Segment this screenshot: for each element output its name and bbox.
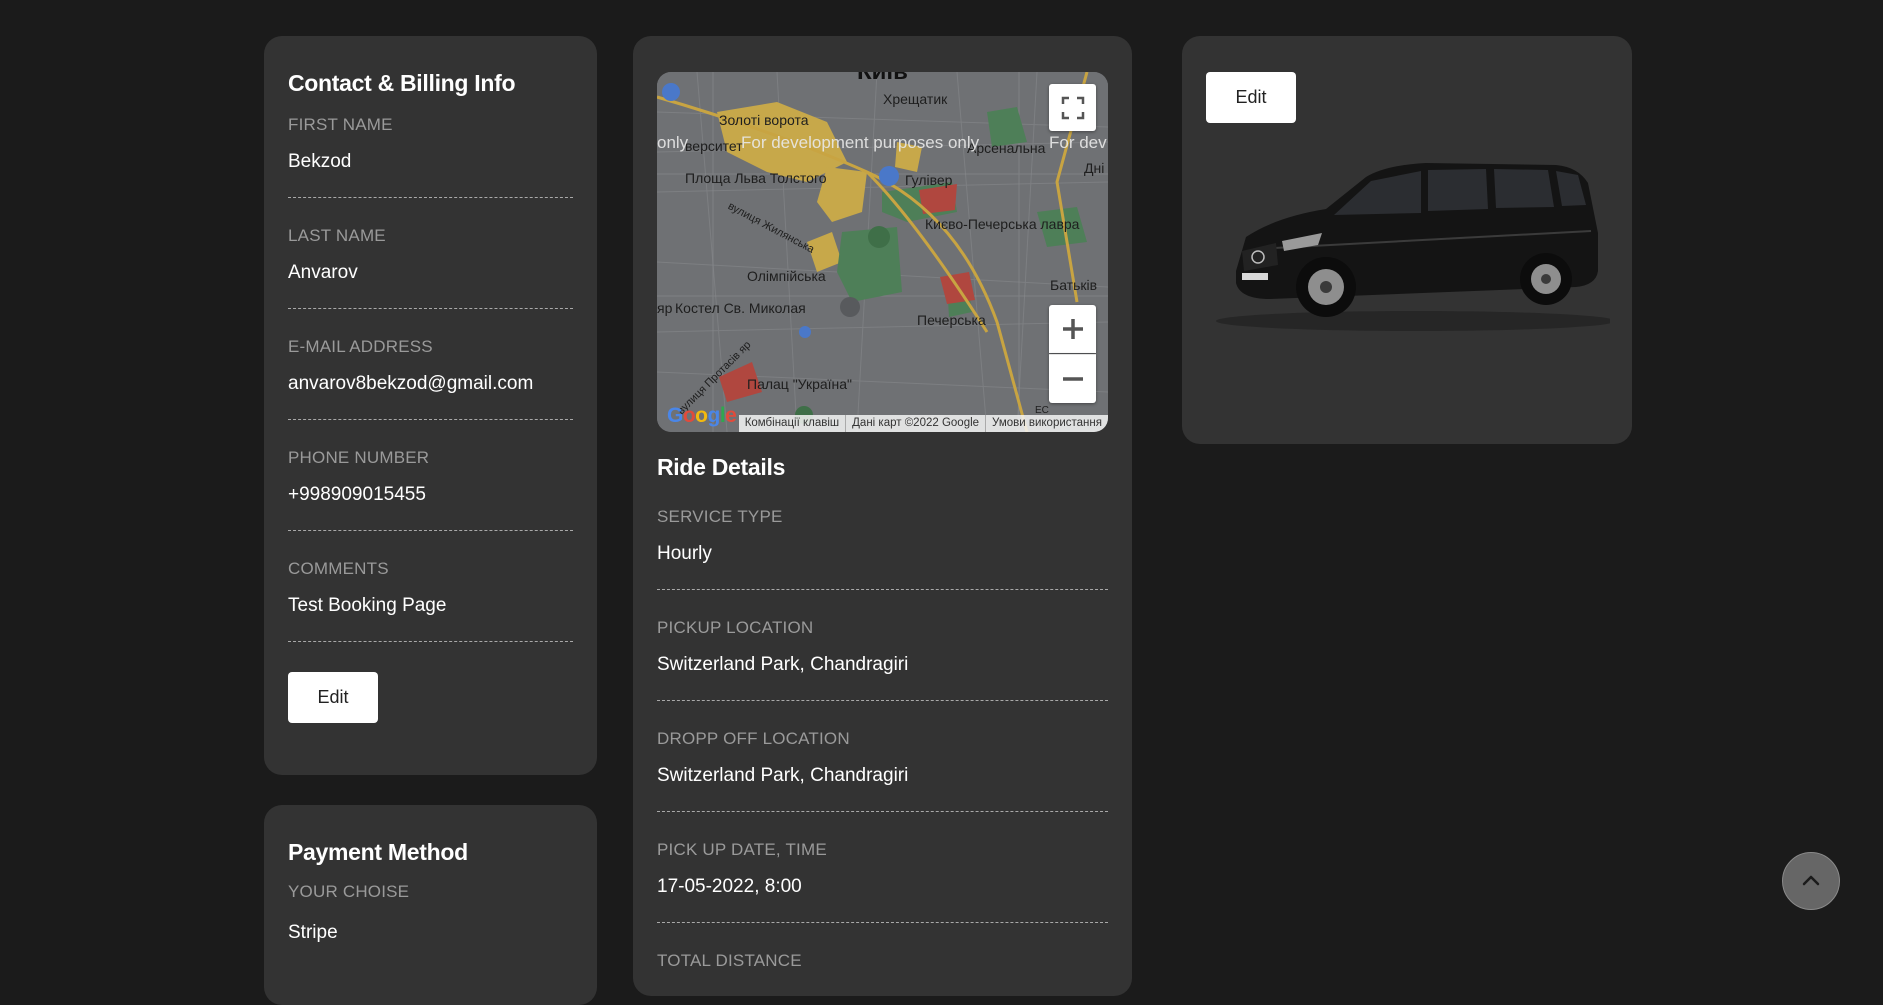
vehicle-image	[1216, 163, 1616, 331]
field-label: COMMENTS	[288, 559, 389, 578]
payment-method-card: Payment Method YOUR CHOISE Stripe	[264, 805, 597, 1005]
last-name-field: LAST NAME Anvarov	[288, 226, 573, 309]
contact-edit-button[interactable]: Edit	[288, 672, 378, 723]
map-label: Батьків	[1050, 277, 1098, 293]
field-label: PICKUP LOCATION	[657, 618, 814, 637]
keyboard-shortcuts-link[interactable]: Комбінації клавіш	[739, 415, 845, 432]
map-label: Дні	[1084, 160, 1105, 176]
field-value: anvarov8bekzod@gmail.com	[288, 373, 534, 394]
field-value: Switzerland Park, Chandragiri	[657, 765, 909, 786]
email-field: E-MAIL ADDRESS anvarov8bekzod@gmail.com	[288, 337, 573, 420]
field-label: DROPP OFF LOCATION	[657, 729, 850, 748]
map-label: яр	[657, 300, 673, 316]
map-label: Золоті ворота	[719, 112, 809, 128]
map-label: Хрещатик	[883, 91, 948, 107]
map-label: Олімпійська	[747, 268, 826, 284]
map-city-label: Київ	[857, 72, 908, 86]
field-label: PHONE NUMBER	[288, 448, 430, 467]
terms-of-use-link[interactable]: Умови використання	[985, 415, 1108, 432]
contact-billing-card: Contact & Billing Info FIRST NAME Bekzod…	[264, 36, 597, 775]
field-label: FIRST NAME	[288, 115, 393, 134]
field-value: Hourly	[657, 543, 712, 564]
chevron-up-icon	[1802, 875, 1820, 886]
dev-watermark: For development purposes only	[741, 133, 980, 152]
field-value: Switzerland Park, Chandragiri	[657, 654, 909, 675]
map-label: Палац "Україна"	[747, 376, 853, 392]
total-distance-field: TOTAL DISTANCE	[657, 951, 1108, 996]
field-value: Anvarov	[288, 262, 358, 283]
scroll-to-top-button[interactable]	[1782, 852, 1840, 910]
vehicle-card: Edit	[1182, 36, 1632, 444]
map-data-credit: Дані карт ©2022 Google	[845, 415, 985, 432]
route-map[interactable]: Київ Хрещатик Золоті ворота верситет Арс…	[657, 72, 1108, 432]
payment-method-title: Payment Method	[288, 839, 468, 865]
phone-field: PHONE NUMBER +998909015455	[288, 448, 573, 531]
field-value: Test Booking Page	[288, 595, 447, 616]
map-label: Києво-Печерська лавра	[925, 216, 1080, 232]
ride-details-card: Київ Хрещатик Золоті ворота верситет Арс…	[633, 36, 1132, 996]
map-label: верситет	[685, 138, 743, 154]
map-label: Печерська	[917, 312, 986, 328]
field-label: SERVICE TYPE	[657, 507, 783, 526]
field-label: YOUR CHOISE	[288, 882, 410, 901]
field-value: Stripe	[288, 922, 338, 943]
vehicle-edit-button[interactable]: Edit	[1206, 72, 1296, 123]
field-label: LAST NAME	[288, 226, 386, 245]
zoom-out-icon	[1062, 377, 1083, 381]
field-value: Bekzod	[288, 151, 352, 172]
comments-field: COMMENTS Test Booking Page	[288, 559, 573, 642]
payment-choice-field: YOUR CHOISE Stripe	[288, 882, 573, 968]
pickup-location-field: PICKUP LOCATION Switzerland Park, Chandr…	[657, 618, 1108, 701]
google-logo[interactable]: Google	[667, 404, 737, 428]
map-label: Костел Св. Миколая	[675, 300, 806, 316]
dev-watermark: For dev	[1049, 133, 1107, 152]
field-label: E-MAIL ADDRESS	[288, 337, 433, 356]
zoom-in-icon	[1062, 319, 1083, 339]
dropoff-location-field: DROPP OFF LOCATION Switzerland Park, Cha…	[657, 729, 1108, 812]
first-name-field: FIRST NAME Bekzod	[288, 115, 573, 198]
contact-billing-title: Contact & Billing Info	[288, 70, 516, 96]
field-label: TOTAL DISTANCE	[657, 951, 802, 970]
map-fullscreen-button[interactable]	[1049, 84, 1096, 131]
map-label: Площа Льва Толстого	[685, 170, 827, 186]
field-value: 17-05-2022, 8:00	[657, 876, 802, 897]
pickup-datetime-field: PICK UP DATE, TIME 17-05-2022, 8:00	[657, 840, 1108, 923]
field-value: +998909015455	[288, 484, 426, 505]
ride-details-title: Ride Details	[657, 454, 786, 480]
map-label: Гулівер	[905, 172, 953, 188]
field-label: PICK UP DATE, TIME	[657, 840, 827, 859]
map-attribution: Комбінації клавіш Дані карт ©2022 Google…	[738, 415, 1108, 432]
service-type-field: SERVICE TYPE Hourly	[657, 507, 1108, 590]
dev-watermark: only	[657, 133, 689, 152]
map-zoom-out-button[interactable]	[1049, 354, 1096, 403]
fullscreen-icon	[1061, 96, 1084, 119]
map-zoom-in-button[interactable]	[1049, 305, 1096, 353]
